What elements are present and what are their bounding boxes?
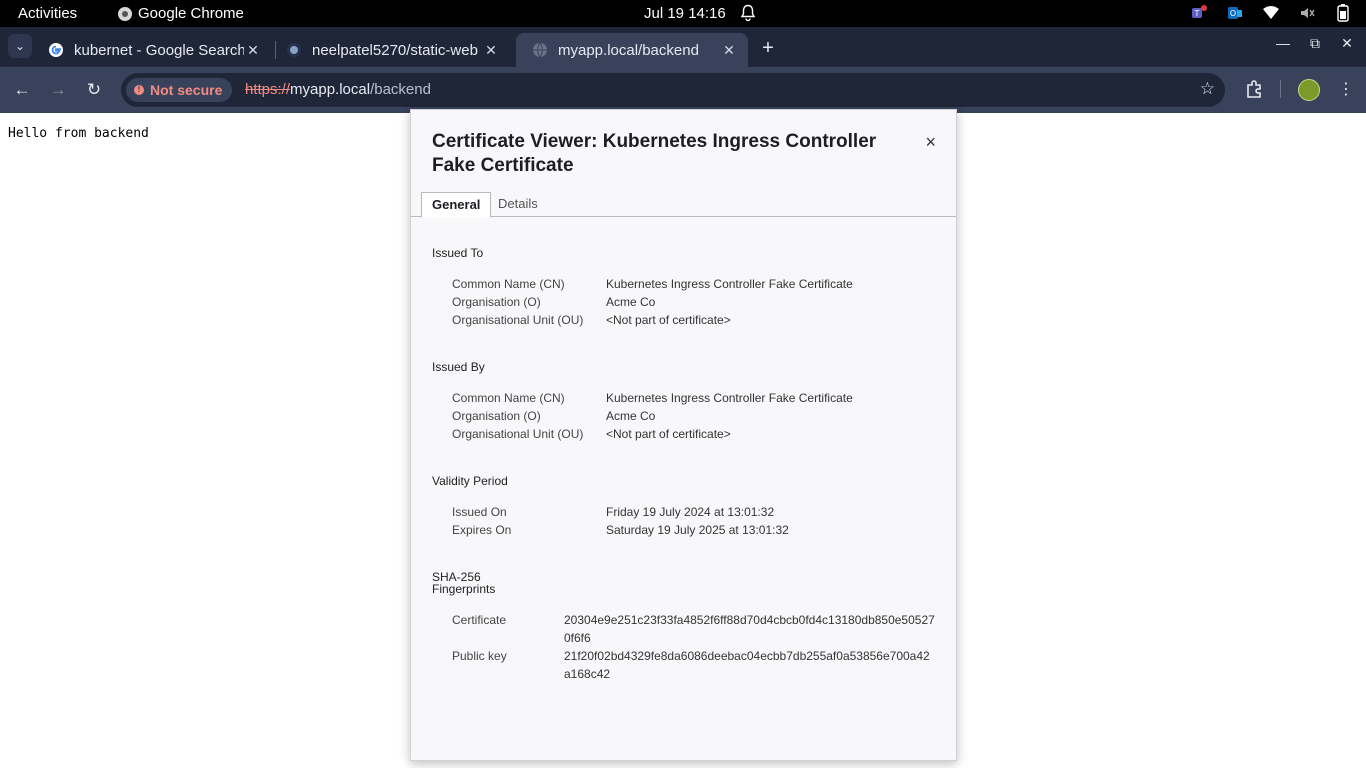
volume-muted-icon[interactable]: [1298, 4, 1316, 22]
notification-bell-icon[interactable]: [740, 4, 756, 22]
new-tab-plus-icon[interactable]: +: [758, 37, 778, 60]
security-label: Not secure: [150, 82, 223, 98]
field-label: Organisation (O): [452, 409, 541, 423]
svg-text:T: T: [1194, 9, 1200, 18]
url-host: myapp.local: [290, 81, 371, 98]
tab-details[interactable]: Details: [488, 192, 548, 216]
tab-google-search[interactable]: kubernet - Google Search ✕: [32, 33, 272, 67]
clock[interactable]: Jul 19 14:16: [644, 5, 726, 22]
tab-close-icon[interactable]: ✕: [720, 42, 738, 59]
certificate-fingerprint: 20304e9e251c23f33fa4852f6ff88d70d4cbcb0f…: [564, 613, 935, 645]
field-label: Organisation (O): [452, 295, 541, 309]
address-bar[interactable]: ! Not secure https://myapp.local/backend…: [121, 73, 1225, 107]
browser-toolbar: ← → ↻ ! Not secure https://myapp.local/b…: [0, 67, 1366, 113]
public-key-fingerprint: 21f20f02bd4329fe8da6086deebac04ecbb7db25…: [564, 649, 930, 681]
page-body-text: Hello from backend: [8, 126, 149, 141]
wifi-icon[interactable]: [1262, 4, 1280, 22]
field-label: Issued On: [452, 505, 507, 519]
teams-icon[interactable]: T: [1190, 4, 1208, 22]
field-label: Common Name (CN): [452, 277, 565, 291]
tab-close-icon[interactable]: ✕: [482, 42, 500, 59]
system-tray: T O: [1190, 4, 1352, 22]
tab-title: myapp.local/backend: [558, 41, 699, 59]
battery-icon[interactable]: [1334, 4, 1352, 22]
fingerprints-heading-line2: Fingerprints: [432, 582, 496, 596]
restore-icon[interactable]: ⧉: [1304, 35, 1326, 52]
minimize-icon[interactable]: ―: [1272, 35, 1294, 51]
system-top-bar: Activities Google Chrome Jul 19 14:16 T …: [0, 0, 1366, 27]
toolbar-divider: [1280, 80, 1281, 98]
url-text[interactable]: https://myapp.local/backend: [245, 81, 431, 98]
tab-search-button[interactable]: ⌄: [8, 34, 32, 58]
app-menu[interactable]: Google Chrome: [118, 5, 244, 22]
issued-by-heading: Issued By: [432, 360, 485, 374]
activities-button[interactable]: Activities: [18, 5, 77, 22]
field-label: Common Name (CN): [452, 391, 565, 405]
dialog-tabs: General Details: [411, 192, 956, 218]
tab-title: neelpatel5270/static-web: [312, 41, 478, 59]
tab-myapp-backend[interactable]: myapp.local/backend ✕: [516, 33, 748, 67]
field-value: Acme Co: [606, 409, 656, 423]
app-name-label: Google Chrome: [138, 5, 244, 22]
field-value: Kubernetes Ingress Controller Fake Certi…: [606, 391, 853, 405]
dialog-title: Certificate Viewer: Kubernetes Ingress C…: [432, 131, 877, 176]
github-icon: [287, 43, 301, 57]
field-value: Saturday 19 July 2025 at 13:01:32: [606, 523, 789, 537]
profile-avatar[interactable]: [1298, 79, 1320, 101]
field-value: Friday 19 July 2024 at 13:01:32: [606, 505, 775, 519]
url-path: /backend: [370, 81, 431, 98]
field-value: <Not part of certificate>: [606, 313, 731, 327]
field-value: <Not part of certificate>: [606, 427, 731, 441]
field-value: Acme Co: [606, 295, 656, 309]
validity-period-heading: Validity Period: [432, 474, 508, 488]
issued-to-heading: Issued To: [432, 246, 484, 260]
field-label: Expires On: [452, 523, 512, 537]
close-icon[interactable]: ×: [925, 132, 936, 153]
field-label: Public key: [452, 649, 507, 663]
google-g-icon: [49, 43, 63, 57]
back-arrow-icon[interactable]: ←: [11, 79, 33, 101]
chrome-app-icon: [118, 6, 132, 21]
field-label: Organisational Unit (OU): [452, 313, 584, 327]
tab-github[interactable]: neelpatel5270/static-web ✕: [270, 33, 510, 67]
outlook-icon[interactable]: O: [1226, 4, 1244, 22]
bookmark-star-icon[interactable]: ☆: [1200, 79, 1215, 99]
not-secure-chip[interactable]: ! Not secure: [126, 78, 233, 102]
tab-close-icon[interactable]: ✕: [244, 42, 262, 59]
certificate-viewer-dialog: Certificate Viewer: Kubernetes Ingress C…: [410, 109, 957, 761]
globe-icon: [533, 42, 547, 58]
close-window-icon[interactable]: ✕: [1336, 35, 1358, 52]
field-value: Kubernetes Ingress Controller Fake Certi…: [606, 277, 853, 291]
tab-general[interactable]: General: [421, 192, 492, 218]
chevron-down-icon: ⌄: [14, 39, 26, 53]
field-label: Certificate: [452, 613, 507, 627]
reload-icon[interactable]: ↻: [83, 79, 105, 101]
tab-strip: ⌄ kubernet - Google Search ✕ neelpatel52…: [0, 27, 1366, 67]
tab-title: kubernet - Google Search: [74, 41, 244, 59]
warning-icon: !: [134, 85, 144, 95]
forward-arrow-icon[interactable]: →: [47, 79, 69, 101]
extensions-puzzle-icon[interactable]: [1244, 79, 1264, 104]
menu-kebab-icon[interactable]: ⋮: [1338, 79, 1354, 99]
field-label: Organisational Unit (OU): [452, 427, 584, 441]
svg-text:O: O: [1230, 9, 1236, 18]
url-scheme: https://: [245, 81, 291, 98]
